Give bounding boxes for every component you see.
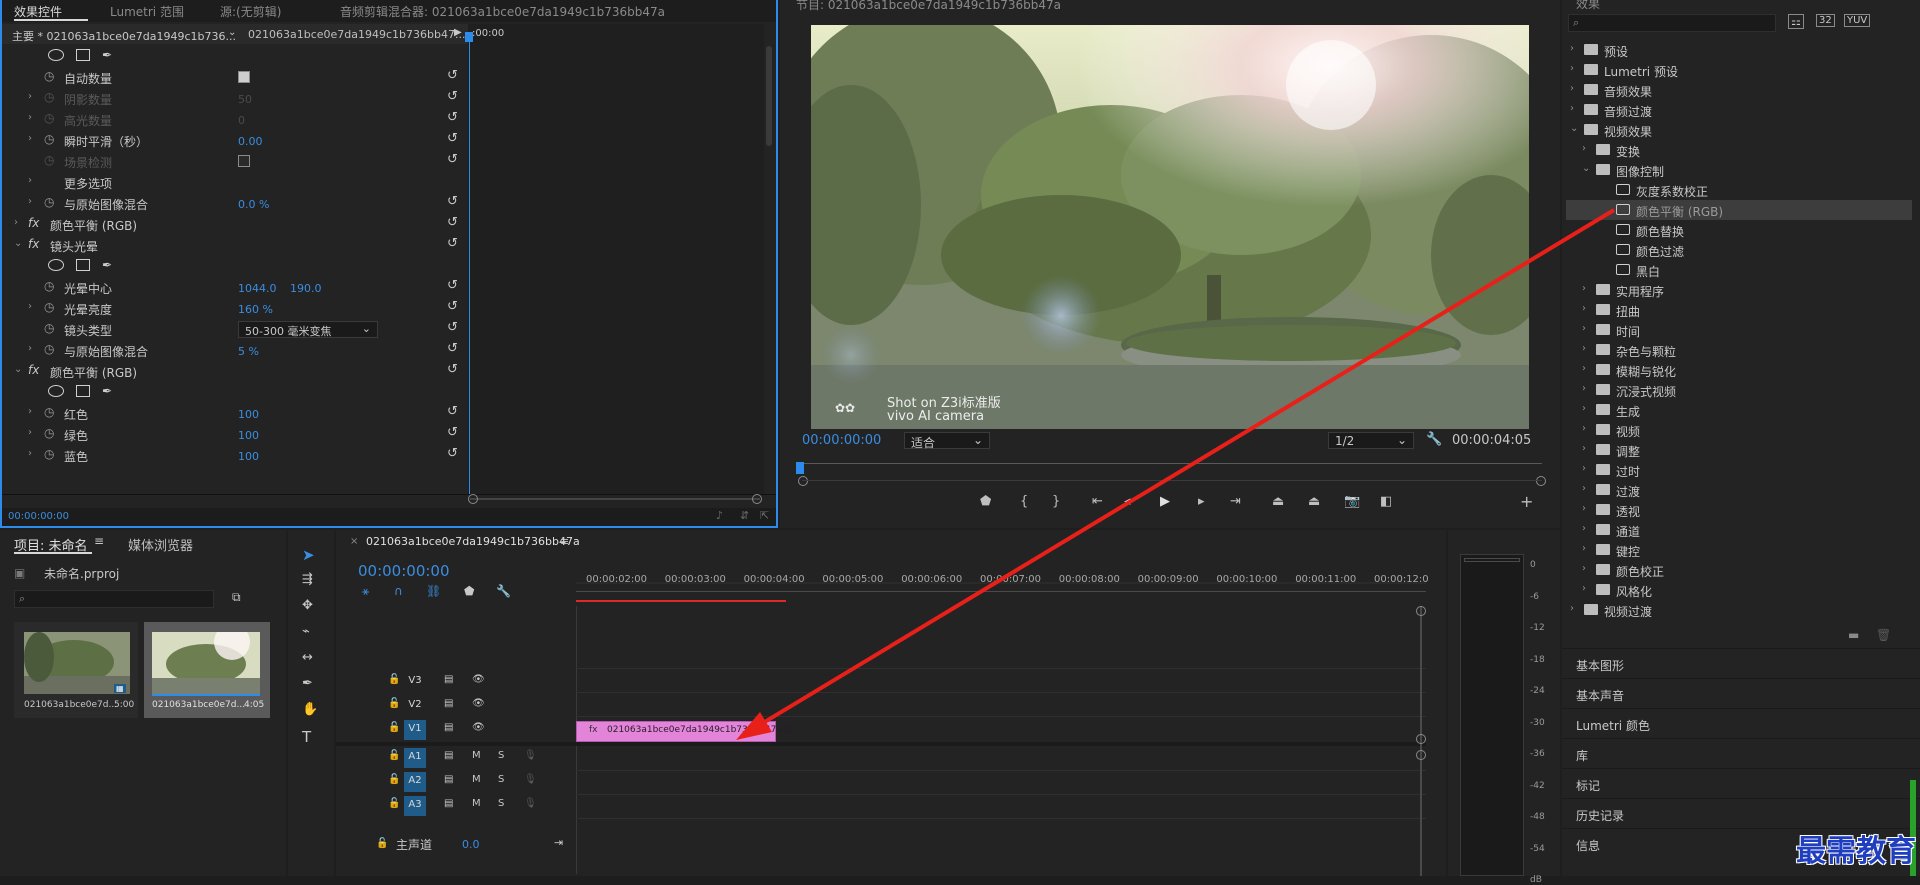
- annotation-arrow: [736, 208, 1616, 740]
- db-scale-label: dB: [1530, 875, 1542, 885]
